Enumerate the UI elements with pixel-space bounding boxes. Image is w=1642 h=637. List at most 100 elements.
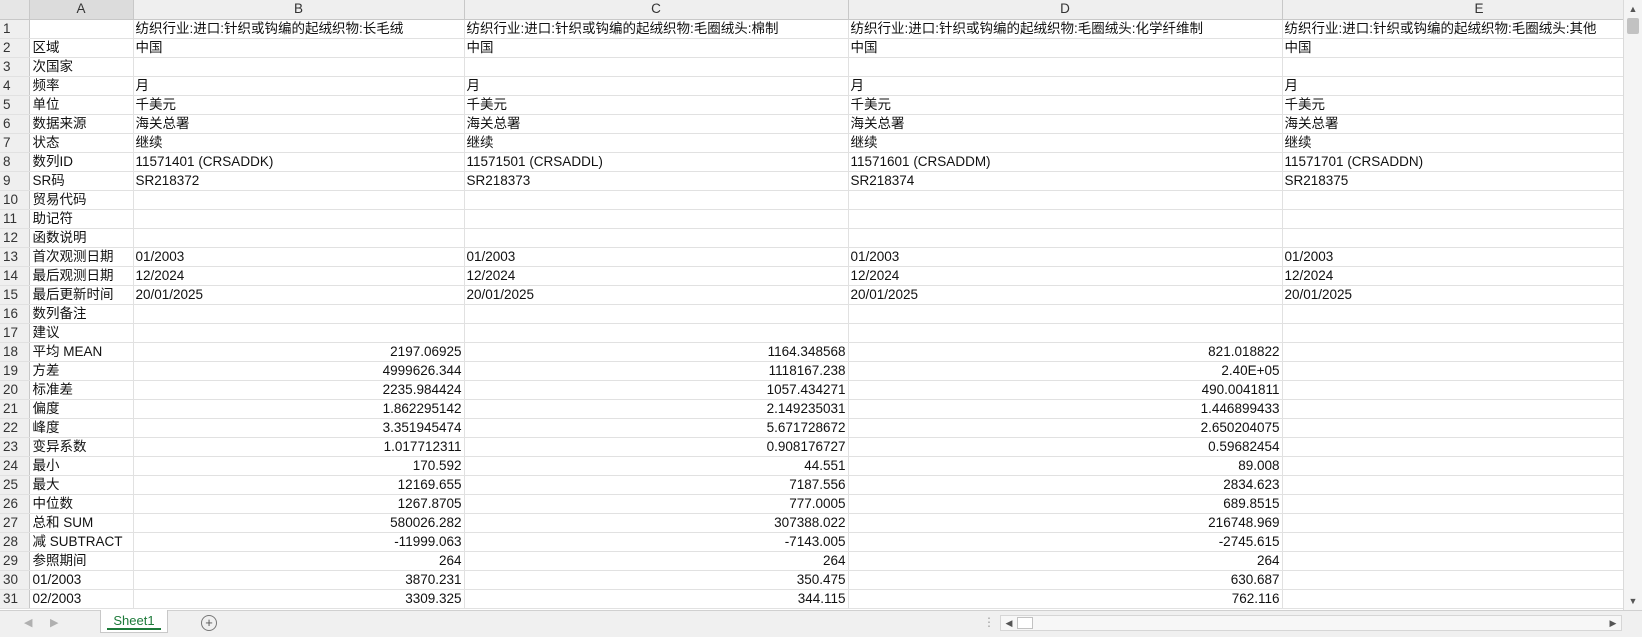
- row-header[interactable]: 25: [0, 475, 30, 495]
- cell-d[interactable]: 762.116: [848, 589, 1283, 609]
- cell-a[interactable]: 频率: [29, 76, 134, 96]
- cell-a[interactable]: 状态: [29, 133, 134, 153]
- cell-e[interactable]: 01/2003: [1282, 247, 1623, 267]
- cell-a[interactable]: 02/2003: [29, 589, 134, 609]
- cell-d[interactable]: [848, 209, 1283, 229]
- cell-e[interactable]: [1282, 437, 1623, 457]
- cell-d[interactable]: 月: [848, 76, 1283, 96]
- cell-d[interactable]: 11571601 (CRSADDM): [848, 152, 1283, 172]
- cell-b[interactable]: 580026.282: [133, 513, 465, 533]
- cell-b[interactable]: 2235.984424: [133, 380, 465, 400]
- cell-e[interactable]: [1282, 551, 1623, 571]
- add-sheet-icon[interactable]: +: [201, 615, 217, 631]
- cell-a[interactable]: 函数说明: [29, 228, 134, 248]
- scroll-left-icon[interactable]: ◀: [1002, 616, 1016, 630]
- row-header[interactable]: 8: [0, 152, 30, 172]
- cell-c[interactable]: 44.551: [464, 456, 849, 476]
- sheet-tab-sheet1[interactable]: Sheet1: [100, 610, 168, 633]
- row-header[interactable]: 24: [0, 456, 30, 476]
- cell-a[interactable]: 建议: [29, 323, 134, 343]
- cell-a[interactable]: 单位: [29, 95, 134, 115]
- row-header[interactable]: 2: [0, 38, 30, 58]
- cell-a[interactable]: 数据来源: [29, 114, 134, 134]
- cell-a[interactable]: 首次观测日期: [29, 247, 134, 267]
- cell-c[interactable]: 1164.348568: [464, 342, 849, 362]
- cell-b[interactable]: -11999.063: [133, 532, 465, 552]
- scroll-up-icon[interactable]: ▲: [1627, 3, 1639, 15]
- row-header[interactable]: 11: [0, 209, 30, 229]
- cell-d[interactable]: 海关总署: [848, 114, 1283, 134]
- cell-c[interactable]: 纺织行业:进口:针织或钩编的起绒织物:毛圈绒头:棉制: [464, 19, 849, 39]
- cell-b[interactable]: 01/2003: [133, 247, 465, 267]
- cell-c[interactable]: 11571501 (CRSADDL): [464, 152, 849, 172]
- column-header-b[interactable]: B: [133, 0, 465, 20]
- cell-e[interactable]: [1282, 570, 1623, 590]
- cell-e[interactable]: [1282, 361, 1623, 381]
- next-sheet-icon[interactable]: ▶: [50, 616, 58, 629]
- row-header[interactable]: 22: [0, 418, 30, 438]
- cell-c[interactable]: [464, 190, 849, 210]
- cell-b[interactable]: 3309.325: [133, 589, 465, 609]
- cell-a[interactable]: [29, 19, 134, 39]
- cell-e[interactable]: 海关总署: [1282, 114, 1623, 134]
- cell-c[interactable]: 1118167.238: [464, 361, 849, 381]
- cell-c[interactable]: 2.149235031: [464, 399, 849, 419]
- cell-a[interactable]: 最小: [29, 456, 134, 476]
- cell-a[interactable]: 01/2003: [29, 570, 134, 590]
- cell-b[interactable]: 1.017712311: [133, 437, 465, 457]
- cell-c[interactable]: [464, 228, 849, 248]
- cell-d[interactable]: 490.0041811: [848, 380, 1283, 400]
- cell-d[interactable]: 继续: [848, 133, 1283, 153]
- cell-b[interactable]: [133, 190, 465, 210]
- cell-d[interactable]: [848, 304, 1283, 324]
- cell-c[interactable]: 海关总署: [464, 114, 849, 134]
- cell-a[interactable]: 平均 MEAN: [29, 342, 134, 362]
- row-header[interactable]: 15: [0, 285, 30, 305]
- cell-b[interactable]: 中国: [133, 38, 465, 58]
- cell-a[interactable]: 数列备注: [29, 304, 134, 324]
- row-header[interactable]: 19: [0, 361, 30, 381]
- row-header[interactable]: 4: [0, 76, 30, 96]
- cell-d[interactable]: 01/2003: [848, 247, 1283, 267]
- cell-c[interactable]: 350.475: [464, 570, 849, 590]
- cell-e[interactable]: [1282, 380, 1623, 400]
- cell-e[interactable]: 月: [1282, 76, 1623, 96]
- cell-a[interactable]: 最后更新时间: [29, 285, 134, 305]
- cell-e[interactable]: 中国: [1282, 38, 1623, 58]
- cell-c[interactable]: 12/2024: [464, 266, 849, 286]
- cell-c[interactable]: 千美元: [464, 95, 849, 115]
- row-header[interactable]: 16: [0, 304, 30, 324]
- row-header[interactable]: 26: [0, 494, 30, 514]
- scroll-right-icon[interactable]: ▶: [1606, 616, 1620, 630]
- cell-e[interactable]: [1282, 323, 1623, 343]
- cell-e[interactable]: [1282, 399, 1623, 419]
- cell-d[interactable]: 2834.623: [848, 475, 1283, 495]
- scroll-down-icon[interactable]: ▼: [1627, 595, 1639, 607]
- cell-c[interactable]: 777.0005: [464, 494, 849, 514]
- cell-a[interactable]: 贸易代码: [29, 190, 134, 210]
- cell-a[interactable]: SR码: [29, 171, 134, 191]
- cell-a[interactable]: 中位数: [29, 494, 134, 514]
- row-header[interactable]: 30: [0, 570, 30, 590]
- cell-e[interactable]: [1282, 475, 1623, 495]
- cell-e[interactable]: 千美元: [1282, 95, 1623, 115]
- column-header-d[interactable]: D: [848, 0, 1283, 20]
- row-header[interactable]: 27: [0, 513, 30, 533]
- cell-c[interactable]: -7143.005: [464, 532, 849, 552]
- cell-d[interactable]: 12/2024: [848, 266, 1283, 286]
- cell-b[interactable]: 4999626.344: [133, 361, 465, 381]
- cell-b[interactable]: 12/2024: [133, 266, 465, 286]
- cell-e[interactable]: SR218375: [1282, 171, 1623, 191]
- cell-a[interactable]: 次国家: [29, 57, 134, 77]
- cell-b[interactable]: 3870.231: [133, 570, 465, 590]
- row-header[interactable]: 9: [0, 171, 30, 191]
- cell-a[interactable]: 最大: [29, 475, 134, 495]
- row-header[interactable]: 20: [0, 380, 30, 400]
- row-header[interactable]: 12: [0, 228, 30, 248]
- cell-d[interactable]: [848, 57, 1283, 77]
- cell-a[interactable]: 减 SUBTRACT: [29, 532, 134, 552]
- cell-b[interactable]: [133, 57, 465, 77]
- cell-a[interactable]: 峰度: [29, 418, 134, 438]
- cell-d[interactable]: 20/01/2025: [848, 285, 1283, 305]
- cell-c[interactable]: 中国: [464, 38, 849, 58]
